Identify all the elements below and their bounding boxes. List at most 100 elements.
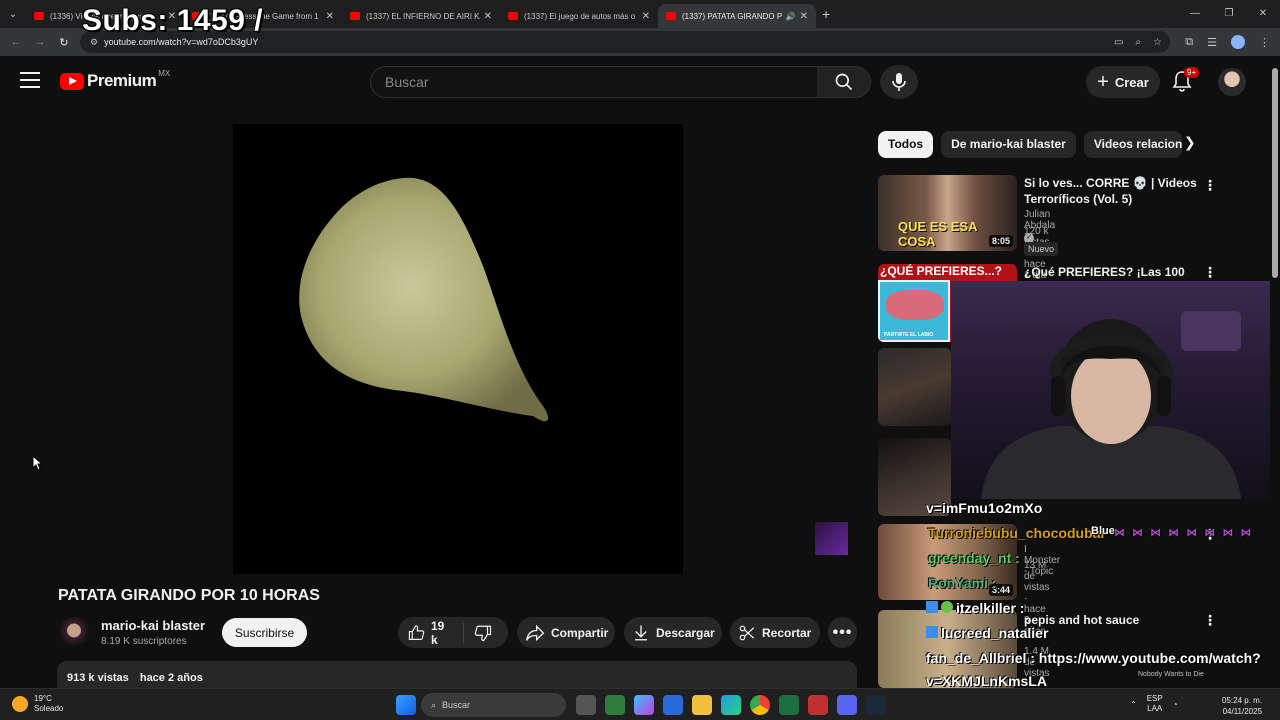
copilot-icon[interactable] [634, 695, 654, 715]
create-button[interactable]: + Crear [1086, 66, 1160, 98]
profile-icon[interactable] [1231, 35, 1245, 49]
account-avatar[interactable] [1218, 68, 1246, 96]
more-horizontal-icon: ••• [832, 623, 853, 641]
more-vert-icon[interactable]: ⋮ [1203, 177, 1217, 194]
chat-fragment: Blue [1091, 525, 1115, 537]
app-icon[interactable] [808, 695, 828, 715]
close-tab-icon[interactable]: ✕ [800, 11, 808, 22]
clock-date: 04/11/2025 [1222, 707, 1263, 716]
close-tab-icon[interactable]: ✕ [484, 11, 492, 22]
forward-icon[interactable]: → [28, 36, 52, 48]
video-thumbnail[interactable]: QUE ES ESA COSA 8:05 [878, 175, 1017, 251]
taskbar-search[interactable]: ⌕ Buscar [421, 693, 566, 717]
browser-menu-icon[interactable]: ⋮ [1259, 36, 1270, 49]
clip-button[interactable]: Recortar [730, 617, 820, 648]
scrollbar-thumb[interactable] [1272, 68, 1278, 278]
menu-icon[interactable] [20, 72, 40, 88]
dislike-button[interactable] [464, 617, 508, 648]
chrome-icon[interactable] [750, 695, 770, 715]
file-explorer-icon[interactable] [692, 695, 712, 715]
system-clock[interactable]: 05:24 p. m. 04/11/2025 [1222, 695, 1262, 717]
share-label: Compartir [551, 625, 609, 640]
browser-tab[interactable]: (1337) EL INFIERNO DE AIRI KA ✕ [342, 4, 500, 28]
end-screen-thumbnail[interactable] [815, 522, 848, 555]
tab-search-button[interactable]: ⌄ [0, 0, 26, 28]
tray-overflow-icon[interactable]: ⌃ [1130, 700, 1137, 709]
browser-tab[interactable]: (1337) El juego de autos más o ✕ [500, 4, 658, 28]
like-button[interactable]: 19 k [398, 617, 463, 648]
reading-list-icon[interactable]: ☰ [1207, 36, 1217, 49]
notification-badge: 9+ [1184, 67, 1200, 78]
view-count: 913 k vistas [67, 672, 129, 684]
download-button[interactable]: Descargar [624, 617, 722, 648]
chat-badge-icon [926, 626, 938, 638]
share-icon [526, 624, 545, 641]
close-window-icon[interactable]: ✕ [1246, 0, 1280, 28]
wifi-icon[interactable]: ◔ [1173, 700, 1178, 709]
more-actions-button[interactable]: ••• [828, 617, 857, 648]
video-player[interactable] [233, 124, 683, 574]
close-tab-icon[interactable]: ✕ [642, 11, 650, 22]
reload-icon[interactable]: ↻ [52, 36, 76, 49]
task-view-icon[interactable] [576, 695, 596, 715]
chip-all[interactable]: Todos [878, 131, 934, 158]
cast-icon[interactable]: ▭ [1114, 37, 1123, 48]
browser-tab-active[interactable]: (1337) PATATA GIRANDO PO 🔊 ✕ [658, 4, 816, 28]
store-icon[interactable] [663, 695, 683, 715]
thumbnail-caption: ¿QUÉ PREFIERES...? [880, 264, 1003, 278]
minimize-icon[interactable]: — [1178, 0, 1212, 28]
scissors-icon [739, 625, 755, 640]
youtube-logo[interactable]: Premium MX [60, 69, 170, 91]
chat-line: RonYami : [928, 575, 997, 591]
video-thumbnail[interactable] [878, 348, 951, 426]
restore-icon[interactable]: ❐ [1212, 0, 1246, 28]
notifications-button[interactable]: 9+ [1172, 67, 1200, 94]
search-button[interactable] [817, 66, 871, 98]
speaker-icon[interactable]: 🔊 [786, 12, 796, 21]
new-tab-icon[interactable]: + [822, 6, 830, 22]
potato-chip-image [299, 177, 549, 422]
logo-text: Premium [87, 71, 157, 90]
search-field[interactable] [370, 66, 818, 98]
excel-icon[interactable] [779, 695, 799, 715]
zoom-icon[interactable]: ⌕ [1135, 37, 1141, 48]
site-info-icon[interactable]: ⚙ [90, 37, 98, 48]
omnibox-actions: ▭ ⌕ ☆ [1114, 31, 1162, 53]
create-label: Crear [1114, 74, 1149, 90]
window-controls: — ❐ ✕ [1178, 0, 1280, 28]
subscribe-button[interactable]: Suscribirse [222, 618, 307, 647]
close-tab-icon[interactable]: ✕ [326, 11, 334, 22]
chevron-right-icon[interactable]: ❯ [1184, 134, 1196, 151]
more-vert-icon[interactable]: ⋮ [1203, 612, 1217, 629]
weather-widget[interactable]: 19°C Soleado [12, 694, 63, 714]
rec-title: pepis and hot sauce [1024, 613, 1140, 627]
stream-subs-counter: Subs: 1459 / [82, 4, 264, 37]
windows-taskbar: 19°C Soleado ⌕ Buscar ⌃ ESP LAA ◔ 05:24 … [0, 688, 1280, 720]
more-vert-icon[interactable]: ⋮ [1203, 264, 1217, 281]
page-scrollbar[interactable] [1270, 60, 1280, 680]
rec-title: ¿Qué PREFIERES? ¡Las 100 [1024, 265, 1185, 279]
bookmark-star-icon[interactable]: ☆ [1153, 37, 1162, 48]
chip-related[interactable]: Videos relacionados [1083, 131, 1182, 158]
discord-icon[interactable] [837, 695, 857, 715]
chip-from-channel[interactable]: De mario-kai blaster [941, 131, 1076, 158]
channel-avatar[interactable] [59, 617, 89, 647]
back-icon[interactable]: ← [4, 36, 28, 48]
voice-search-button[interactable] [880, 65, 918, 99]
emote-icon [941, 601, 953, 613]
widgets-icon[interactable] [605, 695, 625, 715]
search-input[interactable] [385, 74, 817, 90]
extensions-icon[interactable]: ⧉ [1185, 36, 1193, 49]
windows-start-icon[interactable] [396, 695, 416, 715]
steam-icon[interactable] [866, 695, 886, 715]
input-language[interactable]: ESP LAA [1147, 694, 1163, 714]
chat-line: fan_de_Allbriel : https://www.youtube.co… [926, 650, 1261, 666]
channel-name[interactable]: mario-kai blaster [101, 618, 205, 633]
tab-title: (1337) EL INFIERNO DE AIRI KA [366, 11, 480, 21]
youtube-favicon-icon [508, 12, 518, 20]
chat-line: itzelkiller : [926, 600, 1024, 616]
taskbar-search-label: Buscar [442, 700, 471, 710]
filter-chips: Todos De mario-kai blaster Videos relaci… [878, 131, 1182, 158]
share-button[interactable]: Compartir [517, 617, 615, 648]
edge-icon[interactable] [721, 695, 741, 715]
